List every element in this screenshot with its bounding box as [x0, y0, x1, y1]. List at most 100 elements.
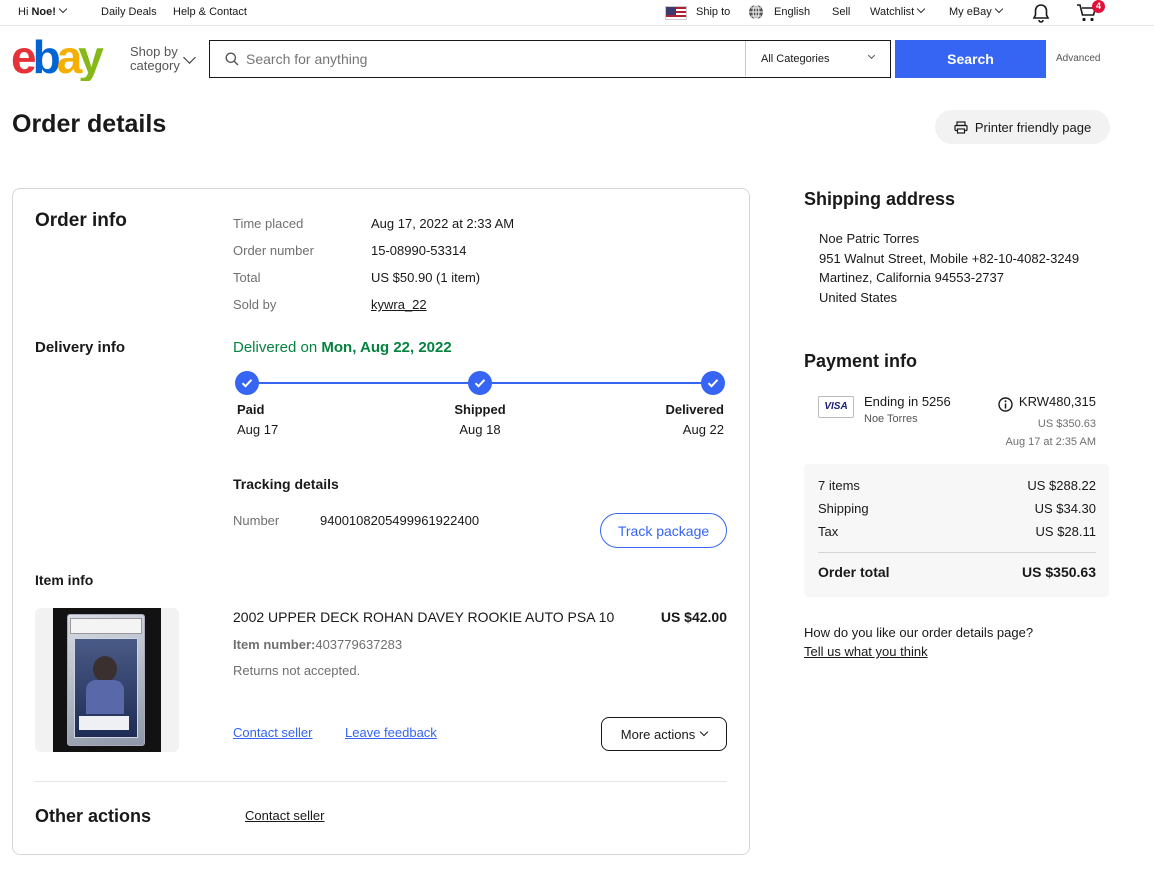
- printer-friendly-button[interactable]: Printer friendly page: [935, 110, 1110, 144]
- item-info-heading: Item info: [35, 572, 94, 588]
- shop-by-category[interactable]: Shop by category: [130, 45, 180, 73]
- order-number-label: Order number: [233, 243, 314, 258]
- feedback-link[interactable]: Tell us what you think: [804, 644, 928, 659]
- seller-link[interactable]: kywra_22: [371, 291, 427, 318]
- item-number: Item number:403779637283: [233, 637, 402, 652]
- order-info-table: Time placed Aug 17, 2022 at 2:33 AM Order…: [233, 210, 514, 318]
- leave-feedback-link[interactable]: Leave feedback: [345, 725, 437, 740]
- step-shipped-date: Aug 18: [459, 422, 501, 437]
- category-select-value: All Categories: [761, 53, 830, 65]
- chevron-down-icon: [699, 727, 709, 737]
- chevron-down-icon: [994, 4, 1004, 14]
- tax-value: US $28.11: [1035, 524, 1096, 539]
- search-input[interactable]: [246, 47, 736, 71]
- bell-icon[interactable]: [1031, 3, 1051, 23]
- more-actions-label: More actions: [620, 726, 696, 742]
- card-slab-image: [53, 608, 161, 752]
- step-shipped-check-icon: [468, 371, 492, 395]
- chevron-down-icon[interactable]: [183, 51, 196, 64]
- charged-date: Aug 17 at 2:35 AM: [1005, 436, 1096, 448]
- chevron-down-icon: [867, 51, 876, 60]
- help-contact-link[interactable]: Help & Contact: [173, 6, 247, 18]
- step-delivered-check-icon: [701, 371, 725, 395]
- visa-card-icon: VISA: [818, 396, 854, 418]
- item-price: US $42.00: [660, 609, 727, 625]
- delivery-status-prefix: Delivered on: [233, 339, 322, 356]
- other-contact-seller-link[interactable]: Contact seller: [245, 808, 324, 823]
- order-info-row: Order number 15-08990-53314: [233, 237, 514, 264]
- items-count-label: 7 items: [818, 478, 860, 493]
- delivery-info-heading: Delivery info: [35, 339, 126, 356]
- category-select[interactable]: All Categories: [745, 41, 890, 76]
- watchlist-label: Watchlist: [870, 6, 915, 18]
- search-bar: All Categories: [209, 40, 891, 78]
- amount-usd: US $350.63: [1037, 418, 1096, 430]
- search-button[interactable]: Search: [895, 40, 1046, 78]
- tracking-number-label: Number: [233, 513, 280, 528]
- shipping-address-block: Noe Patric Torres 951 Walnut Street, Mob…: [819, 229, 1079, 308]
- address-city: Martinez, California 94553-2737: [819, 270, 1004, 286]
- ship-to-link[interactable]: Ship to: [696, 6, 730, 18]
- watchlist-menu[interactable]: Watchlist: [870, 4, 926, 18]
- shipping-label: Shipping: [818, 501, 869, 516]
- track-package-button[interactable]: Track package: [600, 513, 727, 548]
- step-delivered-date: Aug 22: [682, 422, 724, 437]
- shop-by-line2: category: [130, 58, 180, 73]
- contact-seller-link[interactable]: Contact seller: [233, 725, 312, 740]
- item-number-label: Item number:: [233, 637, 316, 652]
- tax-label: Tax: [818, 524, 839, 539]
- greeting-prefix: Hi: [18, 6, 32, 18]
- step-paid-date: Aug 17: [237, 422, 279, 437]
- chevron-down-icon: [916, 4, 926, 14]
- summary-row: Tax US $28.11: [818, 524, 1096, 539]
- step-shipped: Shipped Aug 18: [420, 400, 540, 440]
- tracking-heading: Tracking details: [233, 476, 339, 492]
- sell-link[interactable]: Sell: [832, 6, 850, 18]
- order-info-row: Time placed Aug 17, 2022 at 2:33 AM: [233, 210, 514, 237]
- item-thumbnail[interactable]: [35, 608, 179, 752]
- delivery-status: Delivered on Mon, Aug 22, 2022: [233, 339, 452, 356]
- step-paid: Paid Aug 17: [237, 400, 278, 440]
- order-total-value: US $350.63: [1022, 564, 1096, 580]
- printer-button-label: Printer friendly page: [974, 119, 1092, 135]
- us-flag-icon: [665, 6, 687, 20]
- time-placed-label: Time placed: [233, 216, 304, 231]
- chevron-down-icon: [58, 4, 68, 14]
- feedback-question: How do you like our order details page?: [804, 625, 1034, 640]
- amount-krw: KRW480,315: [1018, 394, 1096, 409]
- advanced-search-link[interactable]: Advanced: [1056, 53, 1100, 64]
- step-paid-label: Paid: [237, 402, 265, 417]
- step-delivered: Delivered Aug 22: [624, 400, 724, 440]
- order-total-label: Order total: [818, 564, 890, 580]
- my-ebay-menu[interactable]: My eBay: [949, 4, 1004, 18]
- address-name: Noe Patric Torres: [819, 231, 920, 246]
- shop-by-line1: Shop by: [130, 44, 178, 59]
- summary-divider: [818, 552, 1096, 553]
- card-holder: Noe Torres: [864, 413, 918, 425]
- order-info-row: Sold by kywra_22: [233, 291, 514, 318]
- card-ending: Ending in 5256: [864, 394, 951, 409]
- delivery-status-date: Mon, Aug 22, 2022: [321, 339, 452, 356]
- summary-row: 7 items US $288.22: [818, 478, 1096, 493]
- daily-deals-link[interactable]: Daily Deals: [101, 6, 157, 18]
- sold-by-label: Sold by: [233, 297, 277, 312]
- language-select[interactable]: English: [774, 6, 810, 18]
- more-actions-button[interactable]: More actions: [601, 717, 727, 751]
- shipping-cost: US $34.30: [1034, 501, 1096, 516]
- item-number-value: 403779637283: [315, 637, 403, 652]
- search-icon: [225, 52, 239, 66]
- returns-policy: Returns not accepted.: [233, 663, 361, 678]
- item-title-link[interactable]: 2002 UPPER DECK ROHAN DAVEY ROOKIE AUTO …: [233, 609, 614, 625]
- cart-count-badge: 4: [1092, 0, 1105, 13]
- step-shipped-label: Shipped: [454, 402, 506, 417]
- order-total-row: Order total US $350.63: [818, 564, 1096, 580]
- time-placed-value: Aug 17, 2022 at 2:33 AM: [371, 216, 515, 231]
- greeting[interactable]: Hi Noe!: [18, 4, 68, 18]
- order-info-heading: Order info: [35, 210, 127, 231]
- other-actions-heading: Other actions: [35, 806, 152, 826]
- tracking-number-value: 9400108205499961922400: [320, 513, 480, 528]
- ebay-logo[interactable]: ebay: [11, 31, 119, 83]
- globe-icon: [748, 4, 764, 20]
- shipping-address-heading: Shipping address: [804, 189, 956, 209]
- summary-row: Shipping US $34.30: [818, 501, 1096, 516]
